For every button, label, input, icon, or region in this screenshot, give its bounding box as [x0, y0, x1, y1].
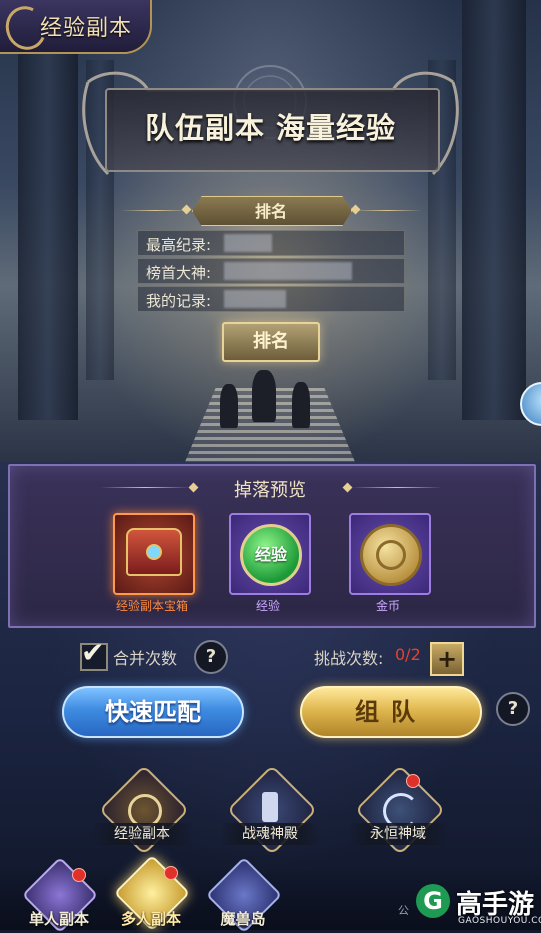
watermark-site: GAOSHOUYOU.COM [458, 916, 541, 926]
rank-button[interactable]: 排名 [222, 322, 320, 362]
rank-header-deco-right [352, 210, 422, 211]
nav-label: 单人副本 [28, 910, 89, 928]
merge-count-label: 合并次数 [113, 649, 178, 668]
dungeon-label: 战魂神殿 [220, 823, 320, 845]
hero-figure-center [252, 370, 276, 422]
chest-lock-icon [146, 544, 162, 560]
watermark-fragment: 公 [398, 904, 409, 917]
page-title: 经验副本 [40, 16, 133, 41]
team-help-button[interactable]: ? [496, 692, 530, 726]
right-pillar [462, 0, 526, 420]
nav-label: 魔兽岛 [220, 910, 266, 928]
drop-title-deco-right [352, 487, 442, 488]
redacted-value [224, 262, 352, 280]
notification-badge [406, 774, 420, 788]
banner-title: 队伍副本 海量经验 [144, 111, 397, 145]
gaoshouyou-logo-icon: G [416, 884, 450, 918]
left-pillar [18, 0, 78, 420]
checkmark-icon: ✔ [81, 636, 105, 669]
challenge-count-label: 挑战次数: [314, 649, 384, 668]
rank-row-label: 我的记录: [146, 292, 212, 310]
hero-figure-left [220, 384, 238, 428]
rank-row-label: 最高纪录: [146, 236, 212, 254]
notification-badge [164, 866, 178, 880]
drop-item-label: 经验 [255, 599, 280, 613]
challenge-count-value: 0/2 [395, 645, 421, 664]
rank-row-my-record: 我的记录: [137, 286, 405, 312]
rank-row-label: 榜首大神: [146, 264, 212, 282]
notification-badge [72, 868, 86, 882]
dungeon-label: 永恒神域 [348, 823, 448, 845]
merge-help-button[interactable]: ? [194, 640, 228, 674]
rank-header-deco-left [120, 210, 190, 211]
drop-preview-title: 掉落预览 [234, 480, 306, 501]
tower-icon [262, 792, 278, 822]
team-up-button[interactable]: 组队 [300, 686, 482, 738]
drop-item-label: 经验副本宝箱 [115, 599, 188, 613]
quick-match-button[interactable]: 快速匹配 [62, 686, 244, 738]
add-challenge-button[interactable]: + [430, 642, 464, 676]
gold-coin-emblem-icon [376, 540, 406, 570]
drop-title-deco-left [100, 487, 190, 488]
drop-item-label: 金币 [375, 599, 400, 613]
exp-orb-icon: 经验 [240, 524, 302, 586]
redacted-value [224, 234, 272, 252]
dungeon-label: 经验副本 [92, 823, 192, 845]
rank-header-label: 排名 [254, 202, 287, 221]
rank-row-best-record: 最高纪录: [137, 230, 405, 256]
redacted-value [224, 290, 286, 308]
rank-row-top-player: 榜首大神: [137, 258, 405, 284]
hero-figure-right [292, 382, 310, 428]
nav-label-active: 多人副本 [120, 910, 181, 928]
